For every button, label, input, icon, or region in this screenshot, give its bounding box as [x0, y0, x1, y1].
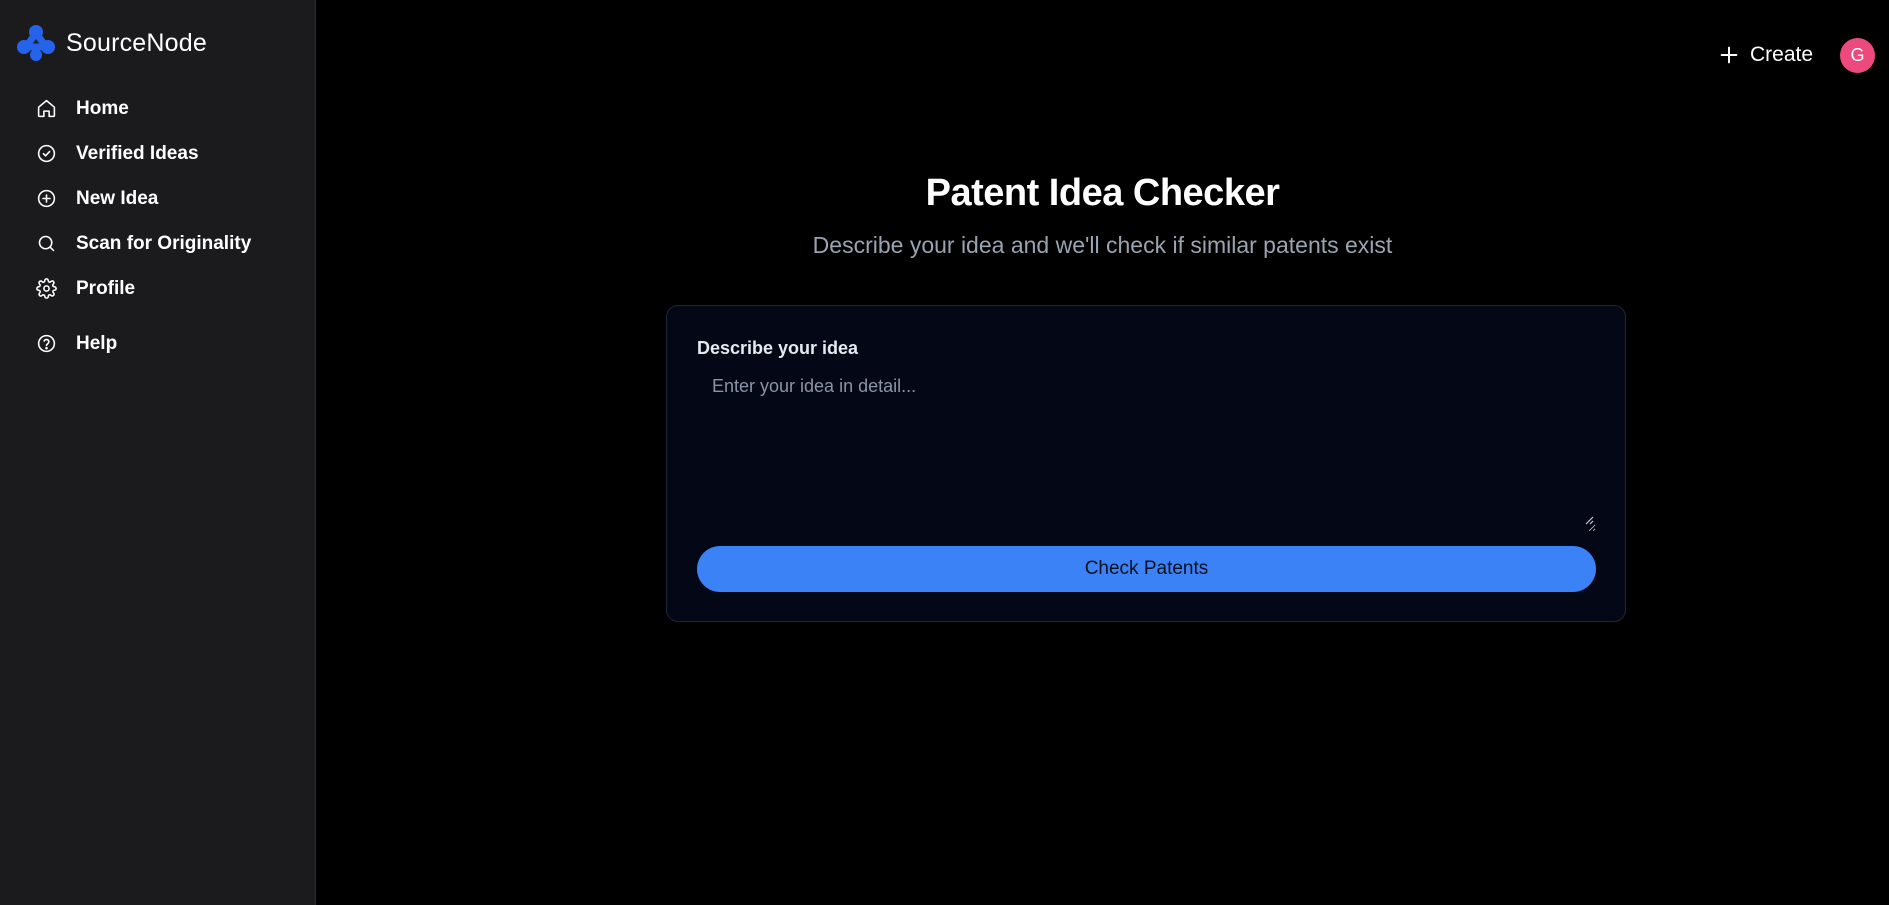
sidebar-item-verified-ideas[interactable]: Verified Ideas: [0, 131, 316, 176]
home-icon: [35, 98, 57, 120]
gear-icon: [35, 278, 57, 300]
avatar[interactable]: G: [1840, 38, 1875, 73]
brand[interactable]: SourceNode: [16, 24, 207, 62]
sidebar-item-label: Help: [76, 332, 118, 354]
sidebar-item-home[interactable]: Home: [0, 86, 316, 131]
check-circle-icon: [35, 143, 57, 165]
plus-icon: [1720, 46, 1738, 64]
sidebar-nav: Home Verified Ideas New Idea Scan for Or…: [0, 86, 316, 366]
app-root: SourceNode Home Verified Ideas New Idea …: [0, 0, 1889, 905]
sidebar-item-new-idea[interactable]: New Idea: [0, 176, 316, 221]
sidebar-item-label: Home: [76, 97, 129, 119]
brand-name: SourceNode: [66, 28, 207, 57]
create-button-label: Create: [1750, 43, 1814, 66]
sidebar-item-label: Verified Ideas: [76, 142, 199, 164]
idea-form-card: Describe your idea Check Patents: [666, 305, 1626, 622]
plus-circle-icon: [35, 188, 57, 210]
sidebar-item-profile[interactable]: Profile: [0, 266, 316, 311]
help-circle-icon: [35, 333, 57, 355]
sidebar-item-label: New Idea: [76, 187, 159, 209]
resize-handle-icon[interactable]: [1584, 515, 1594, 525]
idea-textarea[interactable]: [697, 370, 1596, 532]
idea-field-label: Describe your idea: [697, 338, 859, 358]
sidebar-item-label: Scan for Originality: [76, 232, 252, 254]
page-subtitle: Describe your idea and we'll check if si…: [812, 232, 1393, 258]
check-patents-button[interactable]: Check Patents: [697, 546, 1596, 592]
create-button[interactable]: Create: [1718, 38, 1813, 72]
page-title: Patent Idea Checker: [925, 172, 1280, 214]
search-icon: [35, 233, 57, 255]
sidebar-item-scan-for-originality[interactable]: Scan for Originality: [0, 221, 316, 266]
sourcenode-logo-icon: [17, 25, 55, 61]
sidebar-item-label: Profile: [76, 277, 136, 299]
sidebar: SourceNode Home Verified Ideas New Idea …: [0, 0, 316, 905]
sidebar-item-help[interactable]: Help: [0, 321, 316, 366]
